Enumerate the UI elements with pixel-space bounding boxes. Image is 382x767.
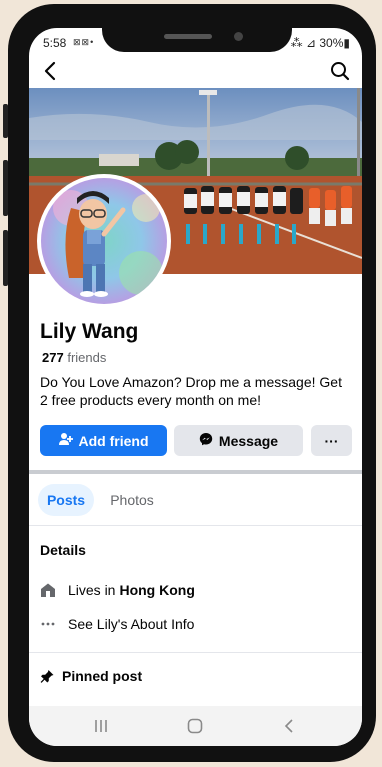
home-button-icon[interactable] bbox=[185, 716, 205, 736]
more-options-button[interactable]: ··· bbox=[311, 425, 352, 456]
profile-tabs: Posts Photos bbox=[29, 482, 362, 518]
details-title: Details bbox=[40, 542, 86, 558]
profile-name: Lily Wang bbox=[40, 320, 139, 343]
phone-side-button bbox=[3, 104, 8, 138]
top-nav bbox=[29, 56, 362, 88]
tab-posts[interactable]: Posts bbox=[38, 484, 94, 516]
about-info-label: See Lily's About Info bbox=[68, 616, 195, 632]
friends-count-number: 277 bbox=[42, 350, 64, 365]
status-time: 5:58 bbox=[43, 36, 67, 50]
message-label: Message bbox=[218, 432, 279, 449]
about-info-row[interactable]: See Lily's About Info bbox=[40, 613, 194, 635]
avatar[interactable] bbox=[37, 174, 171, 308]
back-arrow-icon[interactable] bbox=[39, 58, 63, 84]
more-dots-icon bbox=[40, 616, 56, 632]
lives-in-city[interactable]: Hong Kong bbox=[119, 582, 194, 598]
pinned-post-header: Pinned post bbox=[40, 668, 142, 684]
home-icon bbox=[40, 582, 56, 598]
messenger-icon bbox=[199, 432, 213, 449]
front-camera bbox=[234, 32, 243, 41]
recent-apps-icon[interactable] bbox=[91, 716, 111, 736]
phone-side-button bbox=[3, 230, 8, 286]
status-notification-icons: ⊠⊠• bbox=[73, 37, 95, 47]
lives-in-label: Lives in bbox=[68, 582, 116, 598]
phone-screen: 5:58 ⊠⊠• ⁂ ⊿ 30%▮ Lily Wang 277 friends … bbox=[29, 28, 362, 746]
speaker-grille bbox=[164, 34, 212, 39]
add-friend-button[interactable]: Add friend bbox=[40, 425, 167, 456]
phone-side-button bbox=[3, 160, 8, 216]
tab-photos[interactable]: Photos bbox=[101, 484, 163, 516]
phone-notch bbox=[102, 24, 292, 52]
friends-count[interactable]: 277 friends bbox=[42, 350, 106, 365]
add-friend-label: Add friend bbox=[78, 432, 149, 449]
pin-icon bbox=[40, 669, 54, 683]
status-right-indicators: ⁂ ⊿ 30%▮ bbox=[290, 36, 350, 50]
more-dots-icon: ··· bbox=[324, 432, 339, 449]
search-icon[interactable] bbox=[328, 59, 352, 83]
lives-in-row: Lives in Hong Kong bbox=[40, 579, 195, 601]
add-friend-icon bbox=[58, 432, 73, 449]
profile-bio: Do You Love Amazon? Drop me a message! G… bbox=[40, 374, 342, 408]
section-divider bbox=[29, 470, 362, 474]
message-button[interactable]: Message bbox=[174, 425, 303, 456]
tabs-divider bbox=[29, 525, 362, 526]
system-nav-bar bbox=[29, 706, 362, 746]
friends-label: friends bbox=[67, 350, 107, 365]
back-button-icon[interactable] bbox=[279, 716, 299, 736]
pinned-post-title: Pinned post bbox=[62, 668, 143, 684]
section-divider bbox=[29, 652, 362, 653]
